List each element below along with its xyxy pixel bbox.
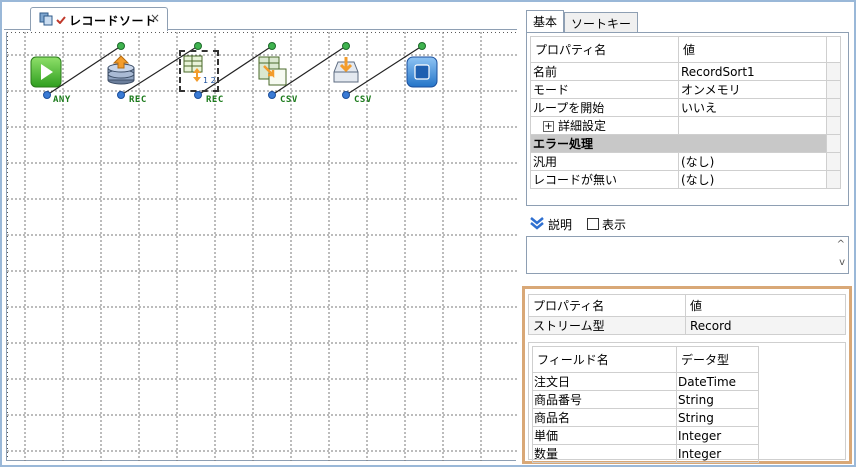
property-name: 名前	[530, 62, 679, 81]
property-row[interactable]: 汎用 (なし)	[530, 152, 841, 171]
field-name: 数量	[532, 444, 677, 463]
svg-text:1 2: 1 2	[203, 76, 215, 85]
scroll-down-icon[interactable]: v	[839, 257, 845, 268]
show-checkbox[interactable]	[587, 218, 599, 230]
stream-name-header: プロパティ名	[528, 294, 686, 317]
tab-record-sort[interactable]: レコードソート ×	[30, 7, 168, 31]
description-box[interactable]: ^ v	[526, 236, 849, 274]
stream-value-header: 値	[685, 294, 846, 317]
database-input-icon[interactable]	[104, 54, 138, 88]
property-value[interactable]: (なし)	[678, 170, 827, 189]
field-table: フィールド名 データ型 注文日 DateTime 商品番号 String 商品名…	[532, 346, 759, 463]
field-name: 商品名	[532, 408, 677, 427]
double-chevron-down-icon[interactable]	[529, 216, 545, 230]
csv-output-icon[interactable]	[255, 54, 289, 88]
property-name: レコードが無い	[530, 170, 679, 189]
stream-type-value[interactable]: Record	[685, 316, 846, 335]
property-row[interactable]: + 詳細設定	[530, 116, 841, 135]
field-row[interactable]: 商品番号 String	[532, 390, 759, 409]
field-type: Integer	[676, 444, 759, 463]
property-name: 詳細設定	[558, 119, 607, 133]
stream-table: プロパティ名 値 ストリーム型 Record	[528, 294, 846, 335]
field-name-header: フィールド名	[532, 346, 677, 373]
tab-sort-key[interactable]: ソートキー	[564, 12, 638, 32]
property-name: ループを開始	[530, 98, 679, 117]
record-sort-icon[interactable]: 1 2	[181, 53, 215, 87]
field-name: 商品番号	[532, 390, 677, 409]
property-name: 汎用	[530, 152, 679, 171]
flow-icon	[39, 12, 53, 26]
description-bar: 説明 表示	[526, 212, 849, 236]
field-type-header: データ型	[676, 346, 759, 373]
property-group: エラー処理	[530, 134, 841, 153]
field-name: 注文日	[532, 372, 677, 391]
property-row[interactable]: レコードが無い (なし)	[530, 170, 841, 189]
close-icon[interactable]: ×	[150, 11, 160, 25]
field-list: フィールド名 データ型 注文日 DateTime 商品番号 String 商品名…	[528, 342, 846, 463]
property-row[interactable]: 名前 RecordSort1	[530, 62, 841, 81]
check-icon	[56, 16, 66, 24]
group-error-handling: エラー処理	[530, 134, 827, 153]
property-value-header: 値	[678, 36, 827, 63]
property-value[interactable]: RecordSort1	[678, 62, 827, 81]
field-row[interactable]: 商品名 String	[532, 408, 759, 427]
property-name: モード	[530, 80, 679, 99]
stream-panel: プロパティ名 値 ストリーム型 Record フィールド名 データ型 注文日 D…	[522, 286, 852, 464]
field-row[interactable]: 単価 Integer	[532, 426, 759, 445]
end-icon[interactable]	[405, 55, 439, 89]
property-value[interactable]: いいえ	[678, 98, 827, 117]
tab-basic[interactable]: 基本	[526, 10, 564, 32]
property-value[interactable]: オンメモリ	[678, 80, 827, 99]
field-row[interactable]: 数量 Integer	[532, 444, 759, 463]
port-label-rec-2: REC	[206, 95, 224, 105]
port-label-any: ANY	[53, 95, 71, 105]
expand-icon[interactable]: +	[543, 121, 554, 132]
field-type: String	[676, 408, 759, 427]
port-label-csv-2: CSV	[354, 95, 372, 105]
start-icon[interactable]	[29, 55, 63, 89]
property-value[interactable]: (なし)	[678, 152, 827, 171]
scroll-up-icon[interactable]: ^	[837, 239, 845, 250]
canvas-grid	[7, 32, 517, 461]
property-panel: プロパティ名 値 名前 RecordSort1 モード オンメモリ ループを開始…	[526, 32, 849, 206]
field-name: 単価	[532, 426, 677, 445]
field-type: DateTime	[676, 372, 759, 391]
field-row[interactable]: 注文日 DateTime	[532, 372, 759, 391]
field-type: Integer	[676, 426, 759, 445]
property-value[interactable]	[678, 116, 827, 135]
show-checkbox-label: 表示	[602, 218, 627, 232]
csv-write-icon[interactable]	[329, 54, 363, 88]
property-name-header: プロパティ名	[530, 36, 679, 63]
tab-label: レコードソート	[69, 14, 157, 28]
description-label: 説明	[548, 218, 573, 232]
property-row[interactable]: モード オンメモリ	[530, 80, 841, 99]
property-table: プロパティ名 値 名前 RecordSort1 モード オンメモリ ループを開始…	[530, 36, 841, 189]
flow-canvas[interactable]: ANY REC 1 2 REC CSV CSV	[6, 32, 517, 461]
stream-type-label: ストリーム型	[528, 316, 686, 335]
property-row[interactable]: ループを開始 いいえ	[530, 98, 841, 117]
field-type: String	[676, 390, 759, 409]
editor-tabbar: レコードソート ×	[4, 4, 517, 31]
port-label-rec-1: REC	[129, 95, 147, 105]
port-label-csv-1: CSV	[280, 95, 298, 105]
stream-row[interactable]: ストリーム型 Record	[528, 316, 846, 335]
